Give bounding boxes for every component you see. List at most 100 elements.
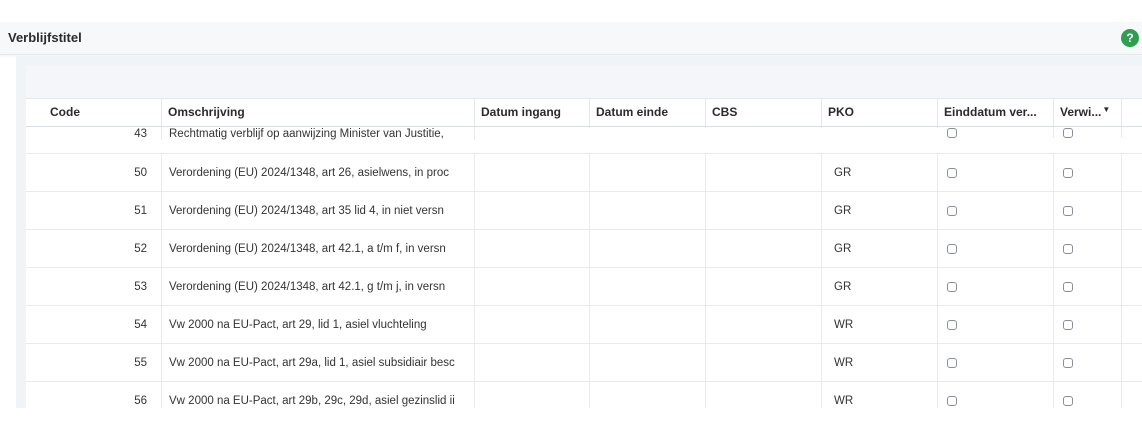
pko-cell-text: GR — [834, 242, 852, 255]
column-header-omschrijving[interactable]: Omschrijving — [162, 99, 475, 126]
table-row[interactable]: 53 Verordening (EU) 2024/1348, art 42.1, … — [26, 268, 1142, 306]
verwijderd-checkbox-cell — [1054, 268, 1122, 305]
column-header-code[interactable]: Code — [26, 99, 162, 126]
einddatum-checkbox[interactable] — [947, 167, 957, 178]
einddatum-checkbox-cell — [938, 127, 1054, 138]
table-row[interactable]: 50 Verordening (EU) 2024/1348, art 26, as… — [26, 154, 1142, 192]
verwijderd-checkbox-cell — [1054, 127, 1122, 138]
einddatum-checkbox[interactable] — [947, 128, 957, 138]
omschrijving-cell-text: Vw 2000 na EU-Pact, art 29, lid 1, asiel… — [169, 318, 427, 331]
cbs-cell — [706, 230, 822, 267]
datum-einde-cell — [590, 382, 706, 408]
omschrijving-cell: Vw 2000 na EU-Pact, art 29a, lid 1, asie… — [162, 344, 475, 381]
help-icon[interactable]: ? — [1121, 29, 1139, 47]
datum-ingang-cell — [475, 154, 590, 191]
datum-ingang-cell — [475, 268, 590, 305]
datum-ingang-cell — [475, 306, 590, 343]
verwijderd-checkbox[interactable] — [1063, 395, 1073, 406]
pko-cell-text: WR — [834, 394, 854, 407]
pko-cell: GR — [822, 154, 938, 191]
verwijderd-checkbox[interactable] — [1063, 205, 1073, 216]
code-cell: 51 — [26, 192, 162, 229]
einddatum-checkbox-cell — [938, 344, 1054, 381]
datum-ingang-cell — [475, 192, 590, 229]
code-cell-text: 53 — [134, 280, 147, 293]
verwijderd-checkbox-cell — [1054, 192, 1122, 229]
column-header-datum-einde[interactable]: Datum einde — [590, 99, 706, 126]
omschrijving-cell-text: Verordening (EU) 2024/1348, art 42.1, a … — [169, 242, 446, 255]
einddatum-checkbox[interactable] — [947, 243, 957, 254]
table-row[interactable]: 55 Vw 2000 na EU-Pact, art 29a, lid 1, as… — [26, 344, 1142, 382]
datum-ingang-cell — [475, 230, 590, 267]
einddatum-checkbox-cell — [938, 192, 1054, 229]
einddatum-checkbox[interactable] — [947, 205, 957, 216]
table-row[interactable]: 54 Vw 2000 na EU-Pact, art 29, lid 1, asi… — [26, 306, 1142, 344]
pko-cell-text: WR — [834, 318, 854, 331]
column-header-cbs[interactable]: CBS — [706, 99, 822, 126]
table-row[interactable]: 43 Rechtmatig verblijf op aanwijzing Mini… — [26, 127, 1142, 154]
omschrijving-cell: Vw 2000 na EU-Pact, art 29b, 29c, 29d, a… — [162, 382, 475, 408]
extra-cell — [1122, 127, 1142, 128]
verwijderd-checkbox[interactable] — [1063, 281, 1073, 292]
code-cell: 54 — [26, 306, 162, 343]
einddatum-checkbox[interactable] — [947, 357, 957, 368]
code-cell-text: 56 — [134, 394, 147, 407]
code-cell-text: 51 — [134, 204, 147, 217]
code-cell: 52 — [26, 230, 162, 267]
omschrijving-cell-text: Verordening (EU) 2024/1348, art 35 lid 4… — [169, 204, 444, 217]
verwijderd-checkbox[interactable] — [1063, 357, 1073, 368]
cbs-cell — [706, 382, 822, 408]
pko-cell-text: GR — [834, 166, 852, 179]
sort-descending-icon[interactable]: ▼ — [1102, 105, 1110, 114]
datum-einde-cell — [590, 268, 706, 305]
pko-cell: GR — [822, 230, 938, 267]
datum-ingang-cell — [475, 344, 590, 381]
code-cell: 53 — [26, 268, 162, 305]
code-cell-text: 43 — [134, 128, 147, 140]
column-header-einddatum[interactable]: Einddatum ver... — [938, 99, 1054, 126]
table-row[interactable]: 52 Verordening (EU) 2024/1348, art 42.1, … — [26, 230, 1142, 268]
verwijderd-checkbox[interactable] — [1063, 243, 1073, 254]
column-header-datum-ingang[interactable]: Datum ingang — [475, 99, 590, 126]
einddatum-checkbox[interactable] — [947, 395, 957, 406]
code-cell-text: 50 — [134, 166, 147, 179]
verwijderd-checkbox-cell — [1054, 382, 1122, 408]
verwijderd-checkbox-cell — [1054, 230, 1122, 267]
datum-einde-cell — [590, 306, 706, 343]
datum-ingang-cell — [475, 382, 590, 408]
code-cell: 55 — [26, 344, 162, 381]
omschrijving-cell-text: Verordening (EU) 2024/1348, art 26, asie… — [169, 166, 449, 179]
extra-cell — [1122, 154, 1142, 191]
verwijderd-checkbox[interactable] — [1063, 319, 1073, 330]
verwijderd-checkbox-cell — [1054, 306, 1122, 343]
title-bar: Verblijfstitel ? — [0, 22, 1142, 55]
datum-einde-cell — [590, 127, 706, 128]
column-header-verwi[interactable]: Verwi...▼ — [1054, 99, 1122, 126]
omschrijving-cell: Rechtmatig verblijf op aanwijzing Minist… — [162, 127, 475, 140]
column-header-pko[interactable]: PKO — [822, 99, 938, 126]
column-header-extra[interactable] — [1122, 99, 1142, 126]
einddatum-checkbox-cell — [938, 306, 1054, 343]
verwijderd-checkbox[interactable] — [1063, 128, 1073, 138]
extra-cell — [1122, 382, 1142, 408]
table-row[interactable]: 51 Verordening (EU) 2024/1348, art 35 lid… — [26, 192, 1142, 230]
extra-cell — [1122, 344, 1142, 381]
einddatum-checkbox[interactable] — [947, 319, 957, 330]
pko-cell: WR — [822, 344, 938, 381]
table-row[interactable]: 56 Vw 2000 na EU-Pact, art 29b, 29c, 29d,… — [26, 382, 1142, 408]
cbs-cell — [706, 127, 822, 128]
omschrijving-cell: Verordening (EU) 2024/1348, art 35 lid 4… — [162, 192, 475, 229]
pko-cell-text: GR — [834, 204, 852, 217]
verwijderd-checkbox-cell — [1054, 344, 1122, 381]
einddatum-checkbox[interactable] — [947, 281, 957, 292]
omschrijving-cell-text: Rechtmatig verblijf op aanwijzing Minist… — [169, 128, 444, 140]
einddatum-checkbox-cell — [938, 154, 1054, 191]
pko-cell: GR — [822, 192, 938, 229]
verwijderd-checkbox[interactable] — [1063, 167, 1073, 178]
extra-cell — [1122, 306, 1142, 343]
datum-einde-cell — [590, 154, 706, 191]
omschrijving-cell-text: Vw 2000 na EU-Pact, art 29a, lid 1, asie… — [169, 356, 455, 369]
code-cell: 56 — [26, 382, 162, 408]
code-cell: 43 — [26, 127, 162, 140]
cbs-cell — [706, 306, 822, 343]
